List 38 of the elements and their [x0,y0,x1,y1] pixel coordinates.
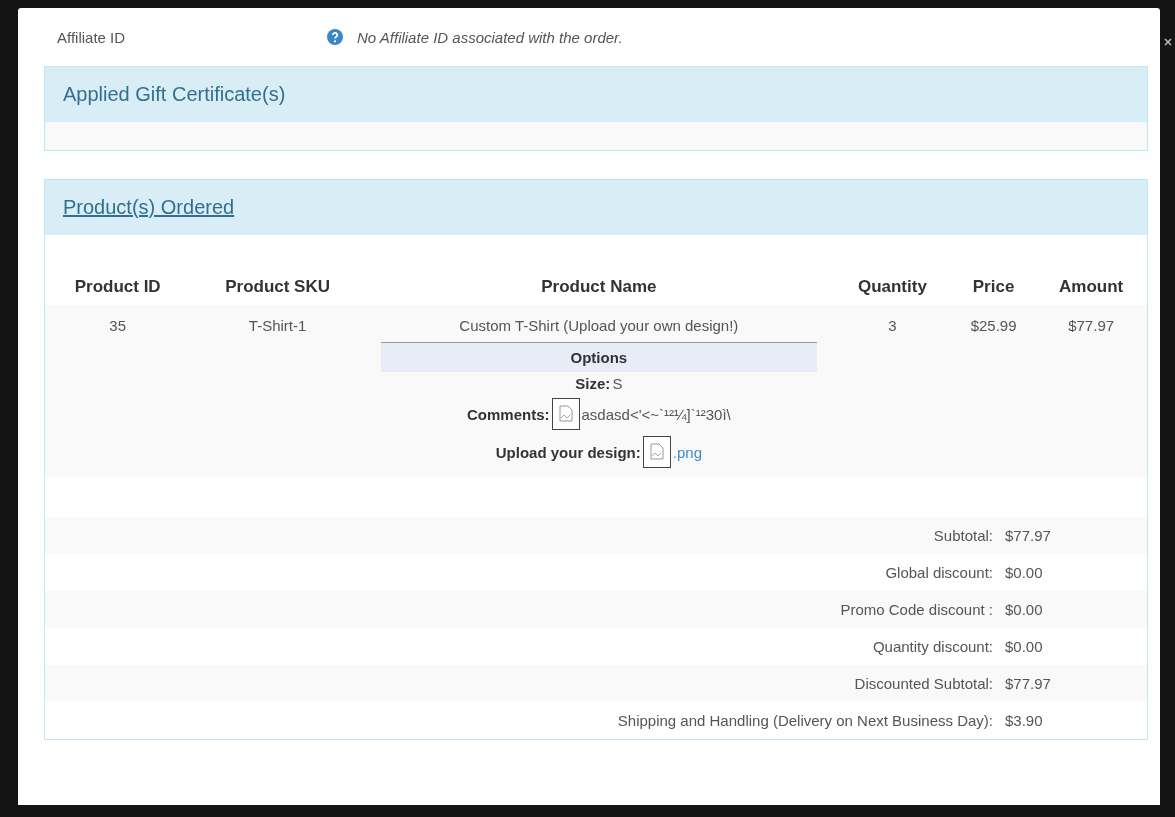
table-cell: 3 [832,305,952,477]
file-link[interactable]: .png [672,443,702,461]
summary-value: $0.00 [1004,638,1044,655]
summary-value: $77.97 [1004,675,1052,692]
summary-value: $0.00 [1004,564,1044,581]
summary-value: $0.00 [1004,601,1044,618]
option-label: Upload your design: [495,443,641,461]
column-header: Product SKU [190,269,365,305]
summary-label: Promo Code discount : [840,601,993,618]
option-label: Comments: [467,405,550,423]
column-header: Price [951,269,1036,305]
broken-image-icon [551,398,580,430]
summary-value: $3.90 [1004,712,1044,729]
option-value: asdasd<'<~`¹²¼]`¹²30ì\ [581,405,731,423]
help-icon[interactable] [327,29,343,45]
panel-title: Applied Gift Certificate(s) [63,83,286,106]
summary-label: Shipping and Handling (Delivery on Next Business Day): [617,712,993,729]
option-value: S [612,375,623,392]
option-label: Size: [575,375,611,392]
table-cell: 35 [45,305,191,477]
options-header: Options [380,343,817,372]
field-value: No Affiliate ID associated with the order. [357,28,623,46]
close-icon[interactable] [1163,38,1172,46]
summary-label: Global discount: [885,564,993,581]
table-cell: $77.97 [1035,305,1147,477]
summary-label: Quantity discount: [872,638,993,655]
column-header: Product Name [364,269,833,305]
table-cell: T-Shirt-1 [190,305,365,477]
column-header: Product ID [45,269,191,305]
summary-label: Discounted Subtotal: [854,675,993,692]
summary-label: Subtotal: [933,527,993,544]
summary-value: $77.97 [1004,527,1052,544]
panel-title-link[interactable]: Product(s) Ordered [63,196,235,219]
column-header: Amount [1035,269,1147,305]
field-label: Affiliate ID [57,28,127,46]
table-cell: $25.99 [951,305,1036,477]
column-header: Quantity [832,269,952,305]
broken-image-icon [642,436,671,468]
